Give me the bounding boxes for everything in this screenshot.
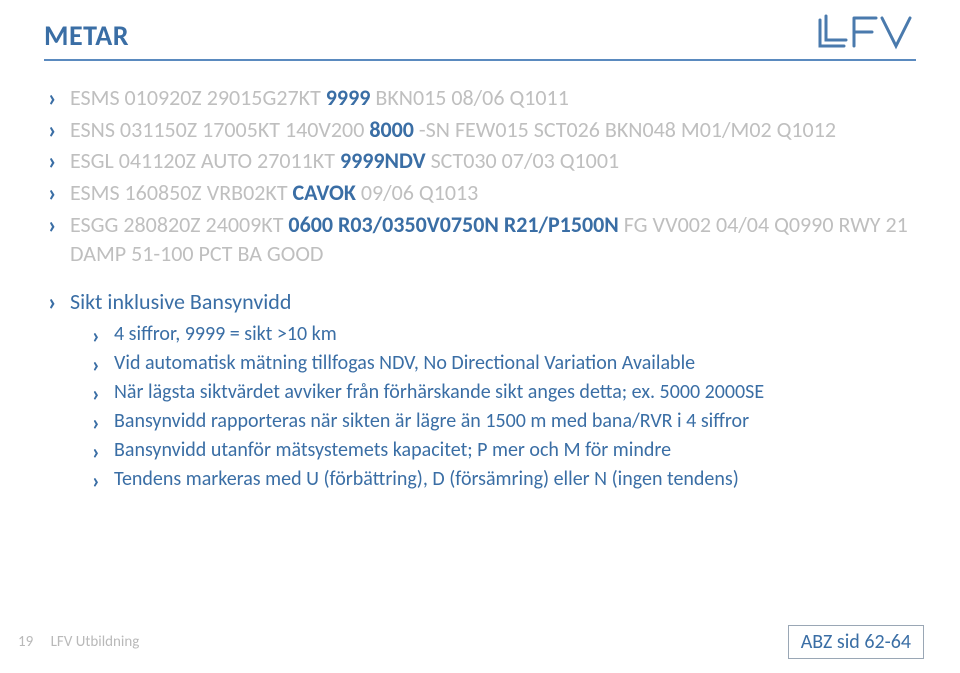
subitem: När lägsta siktvärdet avviker från förhä… xyxy=(92,379,916,406)
subitem: Vid automatisk mätning tillfogas NDV, No… xyxy=(92,350,916,377)
subitem: Bansynvidd rapporteras när sikten är läg… xyxy=(92,408,916,435)
metar-line-5: ESGG 280820Z 24009KT 0600 R03/0350V0750N… xyxy=(48,210,916,269)
metar-line-3: ESGL 041120Z AUTO 27011KT 9999NDV SCT030… xyxy=(48,146,916,176)
subitem-list: 4 siffror, 9999 = sikt >10 km Vid automa… xyxy=(92,321,916,493)
metar-line-1: ESMS 010920Z 29015G27KT 9999 BKN015 08/0… xyxy=(48,83,916,113)
title-underline xyxy=(44,59,916,61)
metar-line-4: ESMS 160850Z VRB02KT CAVOK 09/06 Q1013 xyxy=(48,178,916,208)
page-number: 19 xyxy=(18,633,33,651)
section-heading: Sikt inklusive Bansynvidd xyxy=(48,287,916,317)
lfv-logo xyxy=(814,10,924,54)
metar-list: ESMS 010920Z 29015G27KT 9999 BKN015 08/0… xyxy=(48,83,916,317)
subitem: 4 siffror, 9999 = sikt >10 km xyxy=(92,321,916,348)
metar-line-2: ESNS 031150Z 17005KT 140V200 8000 -SN FE… xyxy=(48,115,916,145)
subitem: Tendens markeras med U (förbättring), D … xyxy=(92,466,916,493)
subitem: Bansynvidd utanför mätsystemets kapacite… xyxy=(92,437,916,464)
footer-org: LFV Utbildning xyxy=(51,633,140,651)
reference-badge: ABZ sid 62-64 xyxy=(788,625,924,659)
footer: 19 LFV Utbildning ABZ sid 62-64 xyxy=(18,625,924,659)
page-title: METAR xyxy=(44,18,916,53)
footer-left: 19 LFV Utbildning xyxy=(18,633,139,651)
